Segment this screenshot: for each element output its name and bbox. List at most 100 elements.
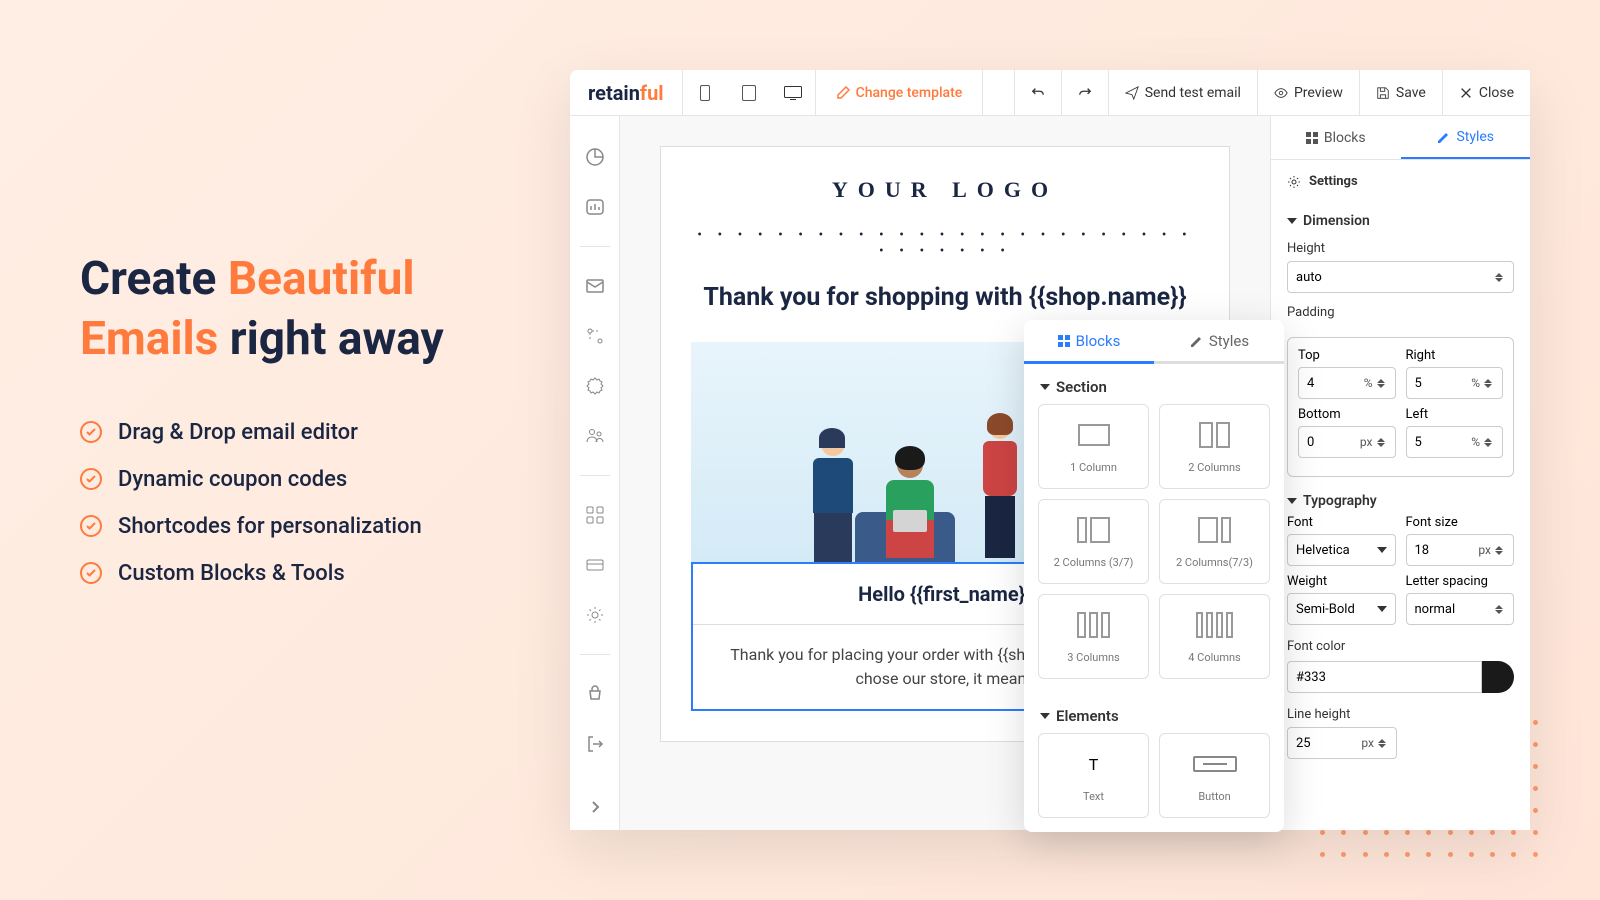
device-switcher [683,70,816,115]
analytics-icon[interactable] [584,196,606,218]
elements-heading[interactable]: Elements [1024,693,1284,733]
select-value: Semi-Bold [1296,602,1373,617]
font-color-field [1287,661,1514,693]
check-icon [80,421,102,443]
popup-tabs: Blocks Styles [1024,320,1284,364]
stepper-icon[interactable] [1378,739,1388,748]
chevron-down-icon [1377,606,1387,612]
weight-select[interactable]: Semi-Bold [1287,593,1396,625]
field-label: Line height [1287,707,1514,722]
input[interactable] [1307,435,1356,450]
tab-blocks[interactable]: Blocks [1024,320,1154,364]
cart-icon[interactable] [584,683,606,705]
redo-button[interactable] [1061,70,1108,115]
tab-styles[interactable]: Styles [1154,320,1284,364]
input[interactable] [1296,270,1491,285]
coupon-icon[interactable] [584,375,606,397]
tab-label: Blocks [1076,332,1121,350]
automation-icon[interactable] [584,325,606,347]
feature-text: Drag & Drop email editor [118,420,358,445]
stepper-icon[interactable] [1495,605,1505,614]
fontsize-input[interactable]: px [1406,534,1515,566]
change-template-button[interactable]: Change template [816,70,984,115]
height-input[interactable] [1287,261,1514,293]
field-label: Height [1287,241,1514,256]
input[interactable] [1415,435,1468,450]
lineheight-input[interactable]: px [1287,727,1397,759]
email-logo[interactable]: YOUR LOGO [691,177,1199,203]
tablet-icon[interactable] [727,70,771,115]
input[interactable] [1296,736,1357,751]
input[interactable] [1415,376,1468,391]
field-label: Font [1287,515,1396,530]
block-button[interactable]: Button [1159,733,1270,818]
save-button[interactable]: Save [1359,70,1442,115]
field-label: Top [1298,348,1396,363]
feature-item: Shortcodes for personalization [80,514,520,539]
block-4columns[interactable]: 4 Columns [1159,594,1270,679]
tab-styles[interactable]: Styles [1401,116,1531,159]
field-label: Letter spacing [1406,574,1515,589]
topbar: retainful Change template Send test emai… [570,70,1530,116]
stepper-icon[interactable] [1484,379,1494,388]
block-text[interactable]: TText [1038,733,1149,818]
send-test-button[interactable]: Send test email [1108,70,1257,115]
undo-button[interactable] [1014,70,1061,115]
card-label: 2 Columns (3/7) [1047,556,1140,569]
referral-icon[interactable] [584,425,606,447]
stepper-icon[interactable] [1377,379,1387,388]
input[interactable] [1307,376,1360,391]
block-2columns[interactable]: 2 Columns [1159,404,1270,489]
color-input[interactable] [1287,661,1482,693]
caret-icon [1287,218,1297,224]
close-button[interactable]: Close [1442,70,1530,115]
card-label: 3 Columns [1047,651,1140,664]
field-label: Font color [1287,639,1514,654]
block-2columns-73[interactable]: 2 Columns(7/3) [1159,499,1270,584]
feature-list: Drag & Drop email editor Dynamic coupon … [80,420,520,586]
apps-icon[interactable] [584,504,606,526]
settings-icon[interactable] [584,604,606,626]
font-select[interactable]: Helvetica [1287,534,1396,566]
padding-top-input[interactable]: % [1298,367,1396,399]
email-icon[interactable] [584,275,606,297]
padding-bottom-input[interactable]: px [1298,426,1396,458]
block-2columns-37[interactable]: 2 Columns (3/7) [1038,499,1149,584]
input[interactable] [1415,543,1475,558]
dimension-heading[interactable]: Dimension [1271,203,1530,235]
mobile-icon[interactable] [683,70,727,115]
billing-icon[interactable] [584,554,606,576]
letterspacing-input[interactable] [1406,593,1515,625]
padding-left-input[interactable]: % [1406,426,1504,458]
logo-text: retain [588,81,640,105]
stepper-icon[interactable] [1484,438,1494,447]
heading-word: Create [80,252,228,306]
check-icon [80,468,102,490]
heading-text: Dimension [1303,213,1370,229]
stepper-icon[interactable] [1495,546,1505,555]
button-label: Save [1396,85,1426,101]
heading-text: Typography [1303,493,1377,509]
typography-heading[interactable]: Typography [1271,483,1530,515]
email-heading[interactable]: Thank you for shopping with {{shop.name}… [691,283,1199,312]
color-swatch[interactable] [1482,661,1514,693]
unit: px [1361,736,1374,750]
section-heading[interactable]: Section [1024,364,1284,404]
padding-box: Top% Right% Bottompx Left% [1287,337,1514,477]
block-1column[interactable]: 1 Column [1038,404,1149,489]
dashboard-icon[interactable] [584,146,606,168]
tab-blocks[interactable]: Blocks [1271,116,1401,159]
block-3columns[interactable]: 3 Columns [1038,594,1149,679]
card-label: Button [1168,790,1261,803]
preview-button[interactable]: Preview [1257,70,1359,115]
stepper-icon[interactable] [1495,273,1505,282]
expand-icon[interactable] [584,796,606,818]
logout-icon[interactable] [584,733,606,755]
field-label: Left [1406,407,1504,422]
input[interactable] [1415,602,1492,617]
input[interactable] [1296,670,1473,685]
padding-right-input[interactable]: % [1406,367,1504,399]
left-nav [570,116,620,830]
stepper-icon[interactable] [1377,438,1387,447]
desktop-icon[interactable] [771,70,815,115]
